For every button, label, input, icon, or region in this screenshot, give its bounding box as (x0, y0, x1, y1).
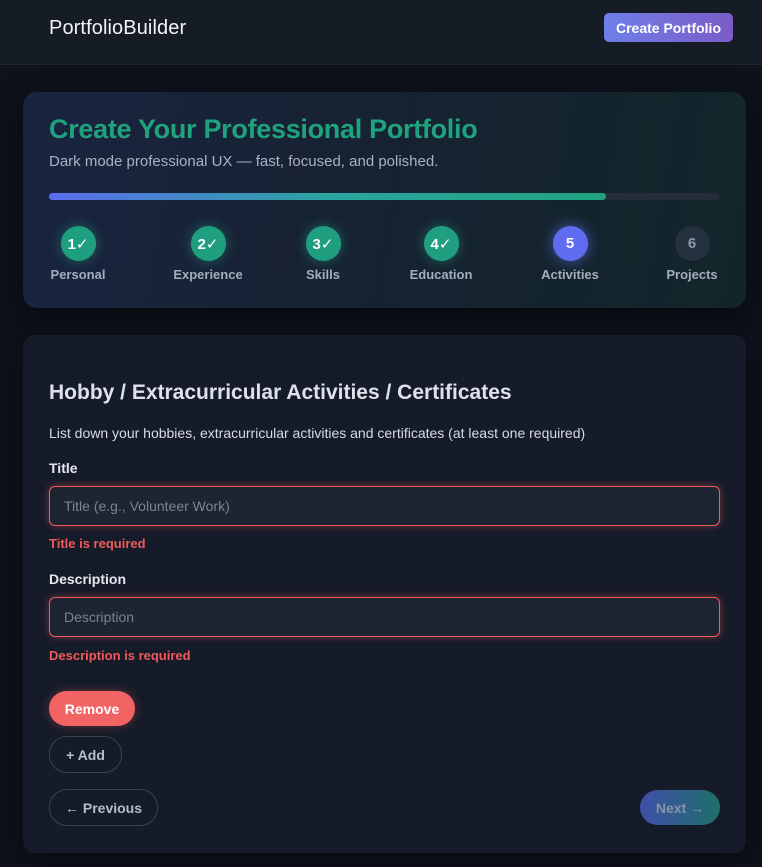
step-activities[interactable]: 5 Activities (515, 226, 625, 282)
step-label: Projects (666, 267, 718, 282)
step-label: Skills (306, 267, 340, 282)
step-experience[interactable]: 2✓ Experience (153, 226, 263, 282)
step-skills[interactable]: 3✓ Skills (268, 226, 378, 282)
form-card: Hobby / Extracurricular Activities / Cer… (23, 335, 746, 853)
step-number: 1✓ (60, 226, 96, 261)
step-personal[interactable]: 1✓ Personal (23, 226, 133, 282)
page-subtitle: Dark mode professional UX — fast, focuse… (49, 153, 439, 170)
previous-button[interactable]: ← Previous (49, 789, 158, 826)
step-label: Experience (173, 267, 243, 282)
title-error-message: Title is required (49, 536, 146, 551)
create-portfolio-button[interactable]: Create Portfolio (604, 13, 733, 42)
step-label: Personal (50, 267, 106, 282)
step-label: Activities (541, 267, 599, 282)
section-title: Hobby / Extracurricular Activities / Cer… (49, 381, 512, 404)
step-education[interactable]: 4✓ Education (386, 226, 496, 282)
step-label: Education (409, 267, 473, 282)
remove-button[interactable]: Remove (49, 691, 135, 726)
description-input[interactable] (49, 597, 720, 637)
step-number: 5 (552, 226, 588, 261)
step-number: 6 (674, 226, 710, 261)
progress-bar (49, 193, 720, 200)
hero-panel: Create Your Professional Portfolio Dark … (23, 92, 746, 308)
progress-fill (49, 193, 606, 200)
add-button[interactable]: + Add (49, 736, 122, 773)
section-description: List down your hobbies, extracurricular … (49, 425, 586, 441)
title-field-label: Title (49, 460, 78, 476)
step-number: 2✓ (190, 226, 226, 261)
step-number: 3✓ (305, 226, 341, 261)
next-button[interactable]: Next → (640, 790, 720, 825)
title-input[interactable] (49, 486, 720, 526)
brand-logo[interactable]: PortfolioBuilder (49, 17, 186, 40)
step-projects[interactable]: 6 Projects (637, 226, 747, 282)
description-field-label: Description (49, 571, 127, 587)
page-title: Create Your Professional Portfolio (49, 114, 478, 144)
description-error-message: Description is required (49, 648, 191, 663)
top-bar: PortfolioBuilder Create Portfolio (0, 0, 762, 65)
step-number: 4✓ (423, 226, 459, 261)
